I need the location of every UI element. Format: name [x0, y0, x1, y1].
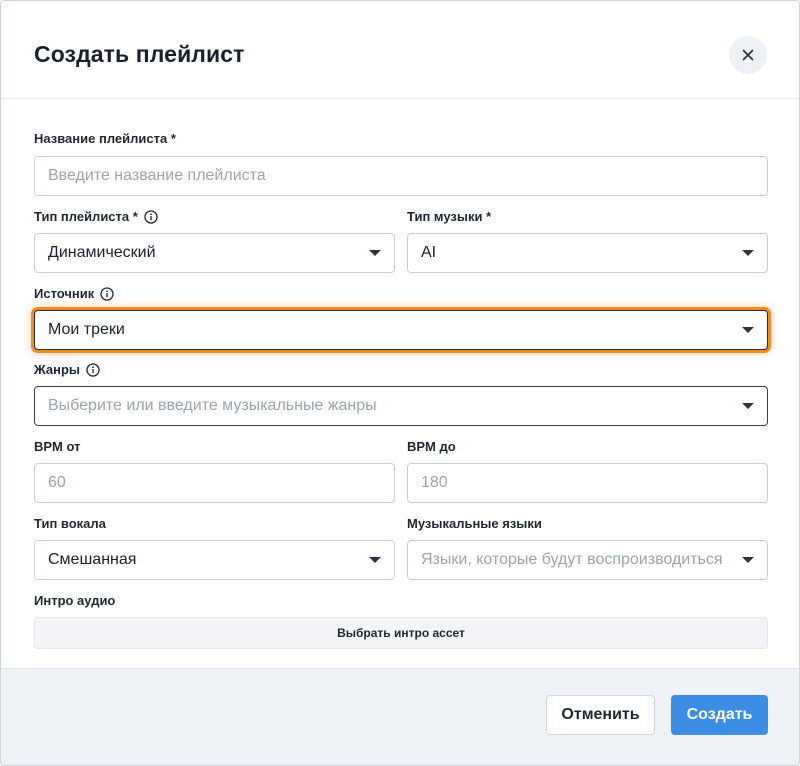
info-icon[interactable]: [144, 209, 158, 224]
chevron-down-icon: [369, 557, 381, 563]
close-icon: [742, 49, 754, 61]
intro-audio-label: Интро аудио: [34, 593, 116, 608]
chevron-down-icon: [742, 250, 754, 256]
bpm-to-input[interactable]: [407, 463, 768, 503]
music-type-label: Тип музыки *: [407, 209, 492, 224]
chevron-down-icon: [369, 250, 381, 256]
playlist-name-label: Название плейлиста *: [34, 131, 176, 146]
close-button[interactable]: [729, 36, 767, 74]
vocal-type-value: Смешанная: [48, 551, 137, 568]
create-playlist-dialog: Создать плейлист Название плейлиста * Ти…: [0, 0, 800, 766]
genres-select[interactable]: Выберите или введите музыкальные жанры: [34, 386, 768, 426]
music-type-value: AI: [421, 244, 437, 261]
music-languages-label: Музыкальные языки: [407, 516, 542, 531]
source-label: Источник: [34, 286, 114, 301]
chevron-down-icon: [742, 557, 754, 563]
genres-placeholder: Выберите или введите музыкальные жанры: [48, 397, 377, 414]
playlist-type-select[interactable]: Динамический: [34, 233, 395, 273]
vocal-type-label: Тип вокала: [34, 516, 106, 531]
genres-label: Жанры: [34, 362, 100, 377]
playlist-type-value: Динамический: [48, 244, 156, 261]
playlist-type-label: Тип плейлиста *: [34, 209, 158, 224]
source-select[interactable]: Мои треки: [34, 310, 768, 350]
chevron-down-icon: [742, 403, 754, 409]
bpm-from-input[interactable]: [34, 463, 395, 503]
cancel-button[interactable]: Отменить: [546, 695, 655, 735]
music-languages-select[interactable]: Языки, которые будут воспроизводиться: [407, 540, 768, 580]
chevron-down-icon: [742, 327, 754, 333]
vocal-type-select[interactable]: Смешанная: [34, 540, 395, 580]
bpm-from-label: BPM от: [34, 439, 81, 454]
dialog-title: Создать плейлист: [34, 41, 245, 67]
info-icon[interactable]: [100, 286, 114, 301]
dialog-header: Создать плейлист: [1, 1, 799, 99]
create-button[interactable]: Создать: [671, 695, 768, 735]
music-type-select[interactable]: AI: [407, 233, 768, 273]
dialog-footer: Отменить Создать: [1, 668, 799, 765]
music-languages-placeholder: Языки, которые будут воспроизводиться: [421, 551, 723, 568]
select-intro-asset-button[interactable]: Выбрать интро ассет: [34, 617, 768, 649]
source-value: Мои треки: [48, 321, 125, 338]
playlist-name-input[interactable]: [34, 156, 768, 196]
bpm-to-label: BPM до: [407, 439, 456, 454]
info-icon[interactable]: [86, 362, 100, 377]
